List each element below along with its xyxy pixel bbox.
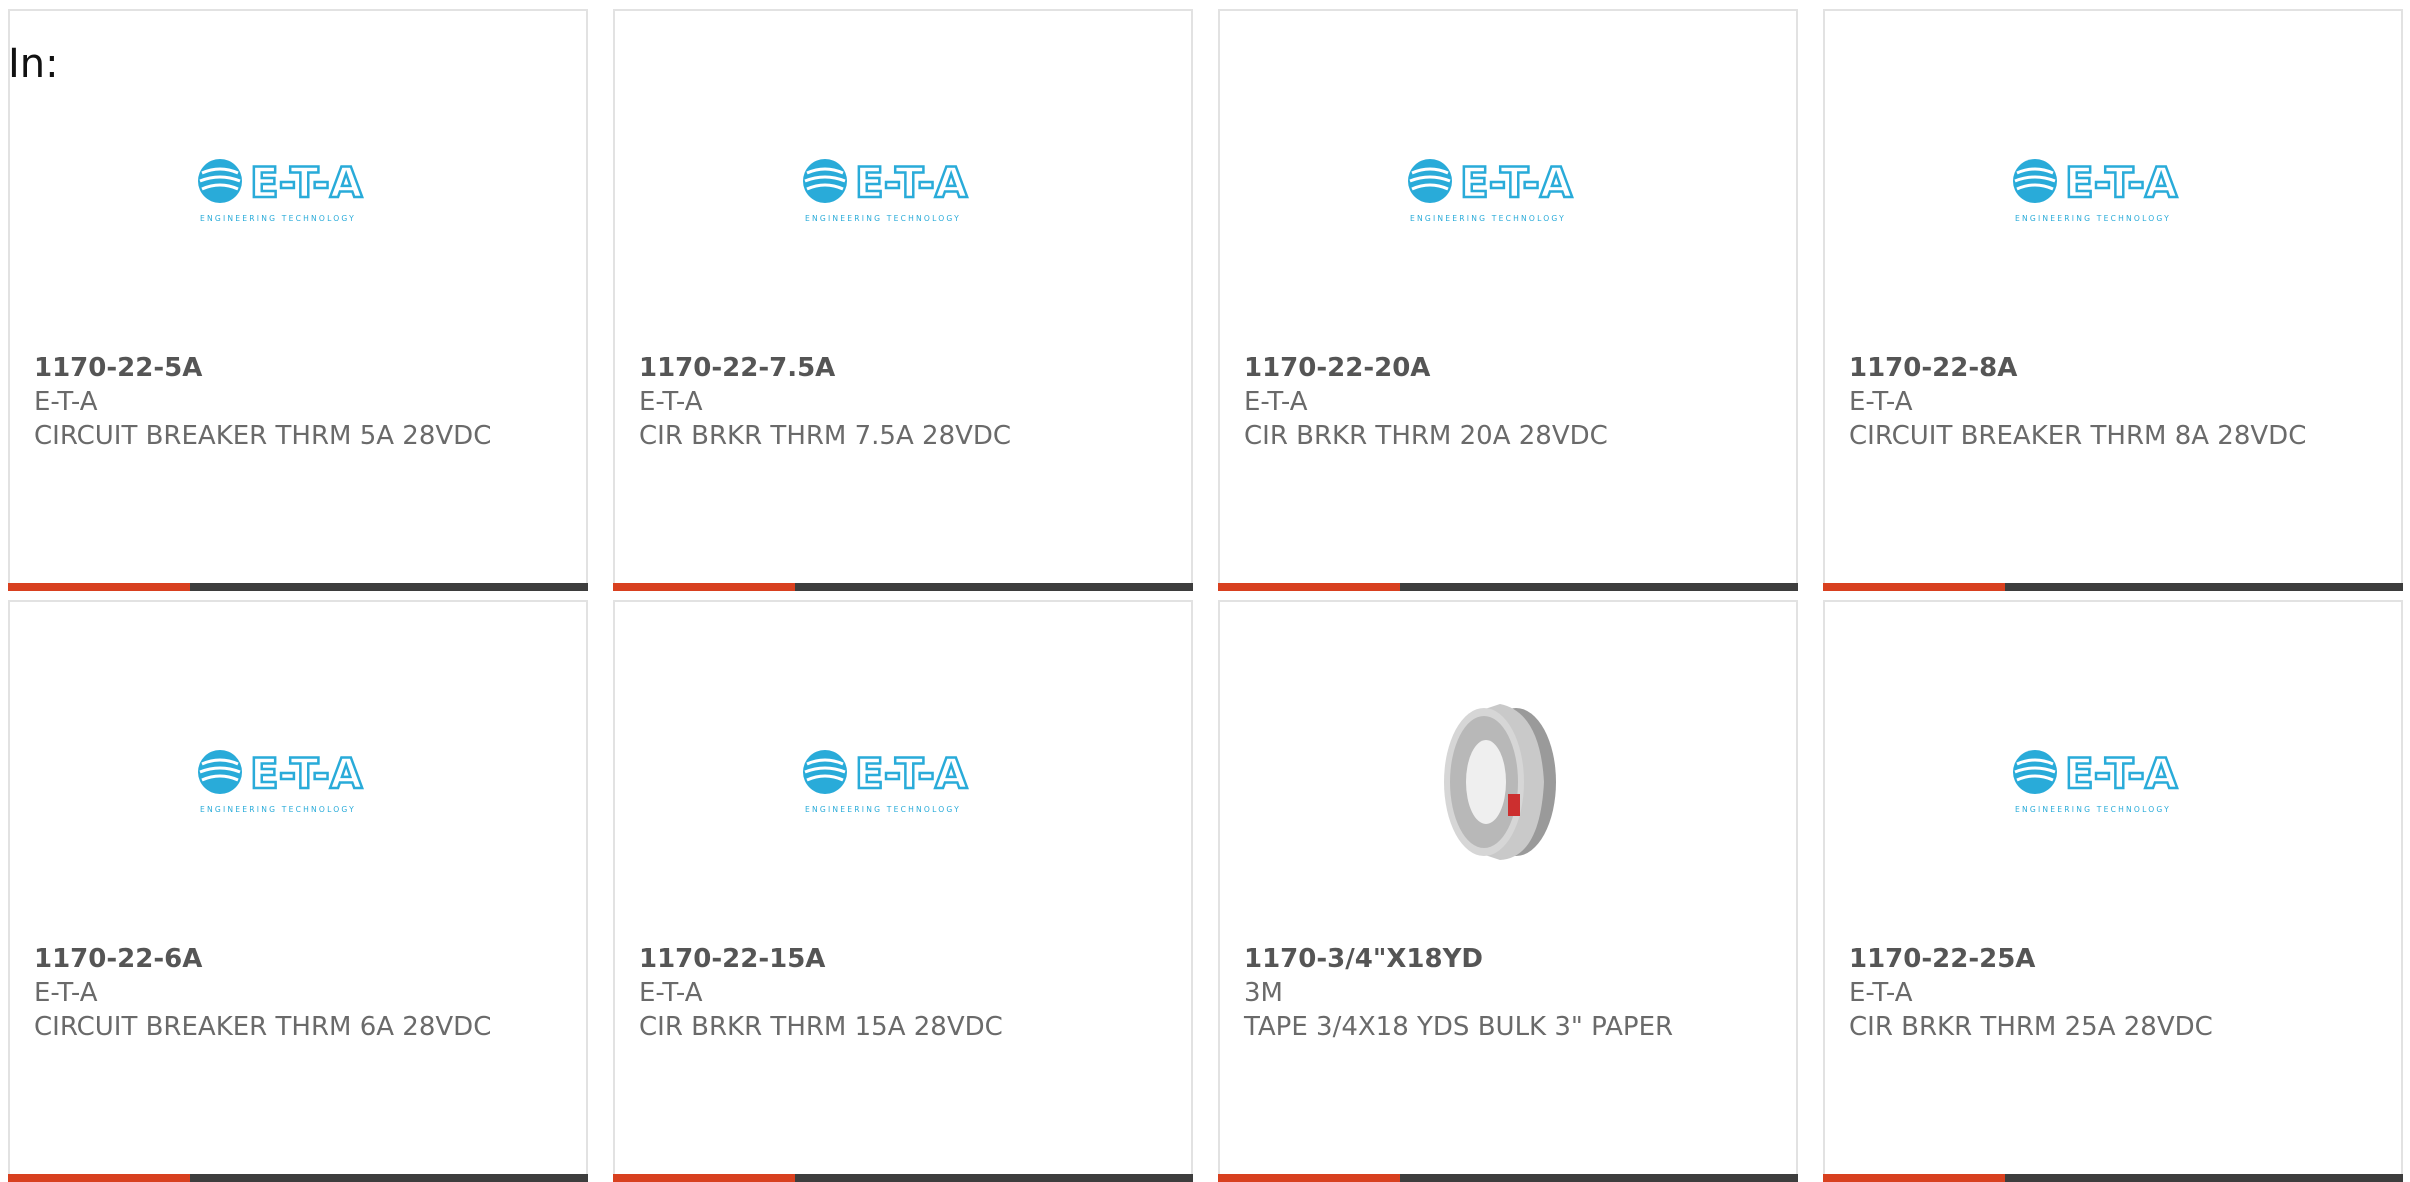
eta-logo: E-T-A ENGINEERING TECHNOLOGY [198,748,364,814]
part-number[interactable]: 1170-22-25A [1849,942,2377,976]
description: CIRCUIT BREAKER THRM 8A 28VDC [1849,421,2307,451]
product-image[interactable]: E-T-A ENGINEERING TECHNOLOGY [1220,71,1796,311]
eta-logo: E-T-A ENGINEERING TECHNOLOGY [2013,157,2179,223]
product-card[interactable]: E-T-A ENGINEERING TECHNOLOGY 1170-22-8A … [1823,9,2403,591]
product-image[interactable]: E-T-A ENGINEERING TECHNOLOGY [615,71,1191,311]
svg-text:E-T-A: E-T-A [855,749,968,798]
eta-logo: E-T-A ENGINEERING TECHNOLOGY [2013,748,2179,814]
eta-logo: E-T-A ENGINEERING TECHNOLOGY [1408,157,1574,223]
card-accent-bar [1218,583,1400,591]
part-number[interactable]: 1170-3/4"X18YD [1244,942,1772,976]
product-card[interactable]: E-T-A ENGINEERING TECHNOLOGY 1170-22-6A … [8,600,588,1182]
manufacturer: E-T-A [1849,387,1913,417]
part-number[interactable]: 1170-22-15A [639,942,1167,976]
product-image[interactable]: E-T-A ENGINEERING TECHNOLOGY [10,71,586,311]
manufacturer: E-T-A [34,387,98,417]
svg-text:ENGINEERING TECHNOLOGY: ENGINEERING TECHNOLOGY [200,214,356,223]
svg-text:E-T-A: E-T-A [855,158,968,207]
tape-roll-image [1408,682,1608,882]
svg-text:ENGINEERING TECHNOLOGY: ENGINEERING TECHNOLOGY [2015,214,2171,223]
svg-text:ENGINEERING TECHNOLOGY: ENGINEERING TECHNOLOGY [2015,805,2171,814]
card-bottom-bar [1823,1174,2403,1182]
page-heading: In: [8,41,59,87]
card-accent-bar [1218,1174,1400,1182]
product-image[interactable]: E-T-A ENGINEERING TECHNOLOGY [615,662,1191,902]
description: CIRCUIT BREAKER THRM 6A 28VDC [34,1012,492,1042]
svg-text:E-T-A: E-T-A [250,158,363,207]
part-number[interactable]: 1170-22-7.5A [639,351,1167,385]
manufacturer: E-T-A [639,387,703,417]
description: CIRCUIT BREAKER THRM 5A 28VDC [34,421,492,451]
card-accent-bar [613,583,795,591]
eta-logo: E-T-A ENGINEERING TECHNOLOGY [803,157,969,223]
eta-logo: E-T-A ENGINEERING TECHNOLOGY [803,748,969,814]
part-number[interactable]: 1170-22-8A [1849,351,2377,385]
part-number[interactable]: 1170-22-6A [34,942,562,976]
description: CIR BRKR THRM 20A 28VDC [1244,421,1608,451]
manufacturer: E-T-A [639,978,703,1008]
product-card[interactable]: E-T-A ENGINEERING TECHNOLOGY 1170-22-25A… [1823,600,2403,1182]
card-bottom-bar [1823,583,2403,591]
part-number[interactable]: 1170-22-5A [34,351,562,385]
product-card[interactable]: E-T-A ENGINEERING TECHNOLOGY 1170-22-20A… [1218,9,1798,591]
description: CIR BRKR THRM 7.5A 28VDC [639,421,1012,451]
card-bottom-bar [613,583,1193,591]
card-bottom-bar [1218,1174,1798,1182]
product-card[interactable]: E-T-A ENGINEERING TECHNOLOGY 1170-22-15A… [613,600,1193,1182]
description: CIR BRKR THRM 15A 28VDC [639,1012,1003,1042]
product-grid: E-T-A ENGINEERING TECHNOLOGY 1170-22-5A … [8,9,2403,1182]
svg-text:E-T-A: E-T-A [250,749,363,798]
manufacturer: E-T-A [34,978,98,1008]
card-bottom-bar [8,583,588,591]
card-accent-bar [8,583,190,591]
card-accent-bar [1823,583,2005,591]
svg-text:ENGINEERING TECHNOLOGY: ENGINEERING TECHNOLOGY [805,805,961,814]
description: TAPE 3/4X18 YDS BULK 3" PAPER [1244,1012,1674,1042]
description: CIR BRKR THRM 25A 28VDC [1849,1012,2213,1042]
svg-text:ENGINEERING TECHNOLOGY: ENGINEERING TECHNOLOGY [1410,214,1566,223]
svg-text:E-T-A: E-T-A [2065,158,2178,207]
eta-logo: E-T-A ENGINEERING TECHNOLOGY [198,157,364,223]
manufacturer: E-T-A [1849,978,1913,1008]
card-bottom-bar [613,1174,1193,1182]
product-card[interactable]: E-T-A ENGINEERING TECHNOLOGY 1170-22-7.5… [613,9,1193,591]
svg-text:ENGINEERING TECHNOLOGY: ENGINEERING TECHNOLOGY [200,805,356,814]
svg-text:E-T-A: E-T-A [1460,158,1573,207]
product-image[interactable]: E-T-A ENGINEERING TECHNOLOGY [1825,71,2401,311]
card-bottom-bar [8,1174,588,1182]
svg-text:ENGINEERING TECHNOLOGY: ENGINEERING TECHNOLOGY [805,214,961,223]
product-image[interactable]: E-T-A ENGINEERING TECHNOLOGY [10,662,586,902]
card-accent-bar [613,1174,795,1182]
card-accent-bar [8,1174,190,1182]
part-number[interactable]: 1170-22-20A [1244,351,1772,385]
product-image[interactable]: E-T-A ENGINEERING TECHNOLOGY [1825,662,2401,902]
product-card[interactable]: 1170-3/4"X18YD 3M TAPE 3/4X18 YDS BULK 3… [1218,600,1798,1182]
card-bottom-bar [1218,583,1798,591]
product-image[interactable] [1220,662,1796,902]
product-card[interactable]: E-T-A ENGINEERING TECHNOLOGY 1170-22-5A … [8,9,588,591]
manufacturer: 3M [1244,978,1283,1008]
card-accent-bar [1823,1174,2005,1182]
manufacturer: E-T-A [1244,387,1308,417]
svg-text:E-T-A: E-T-A [2065,749,2178,798]
